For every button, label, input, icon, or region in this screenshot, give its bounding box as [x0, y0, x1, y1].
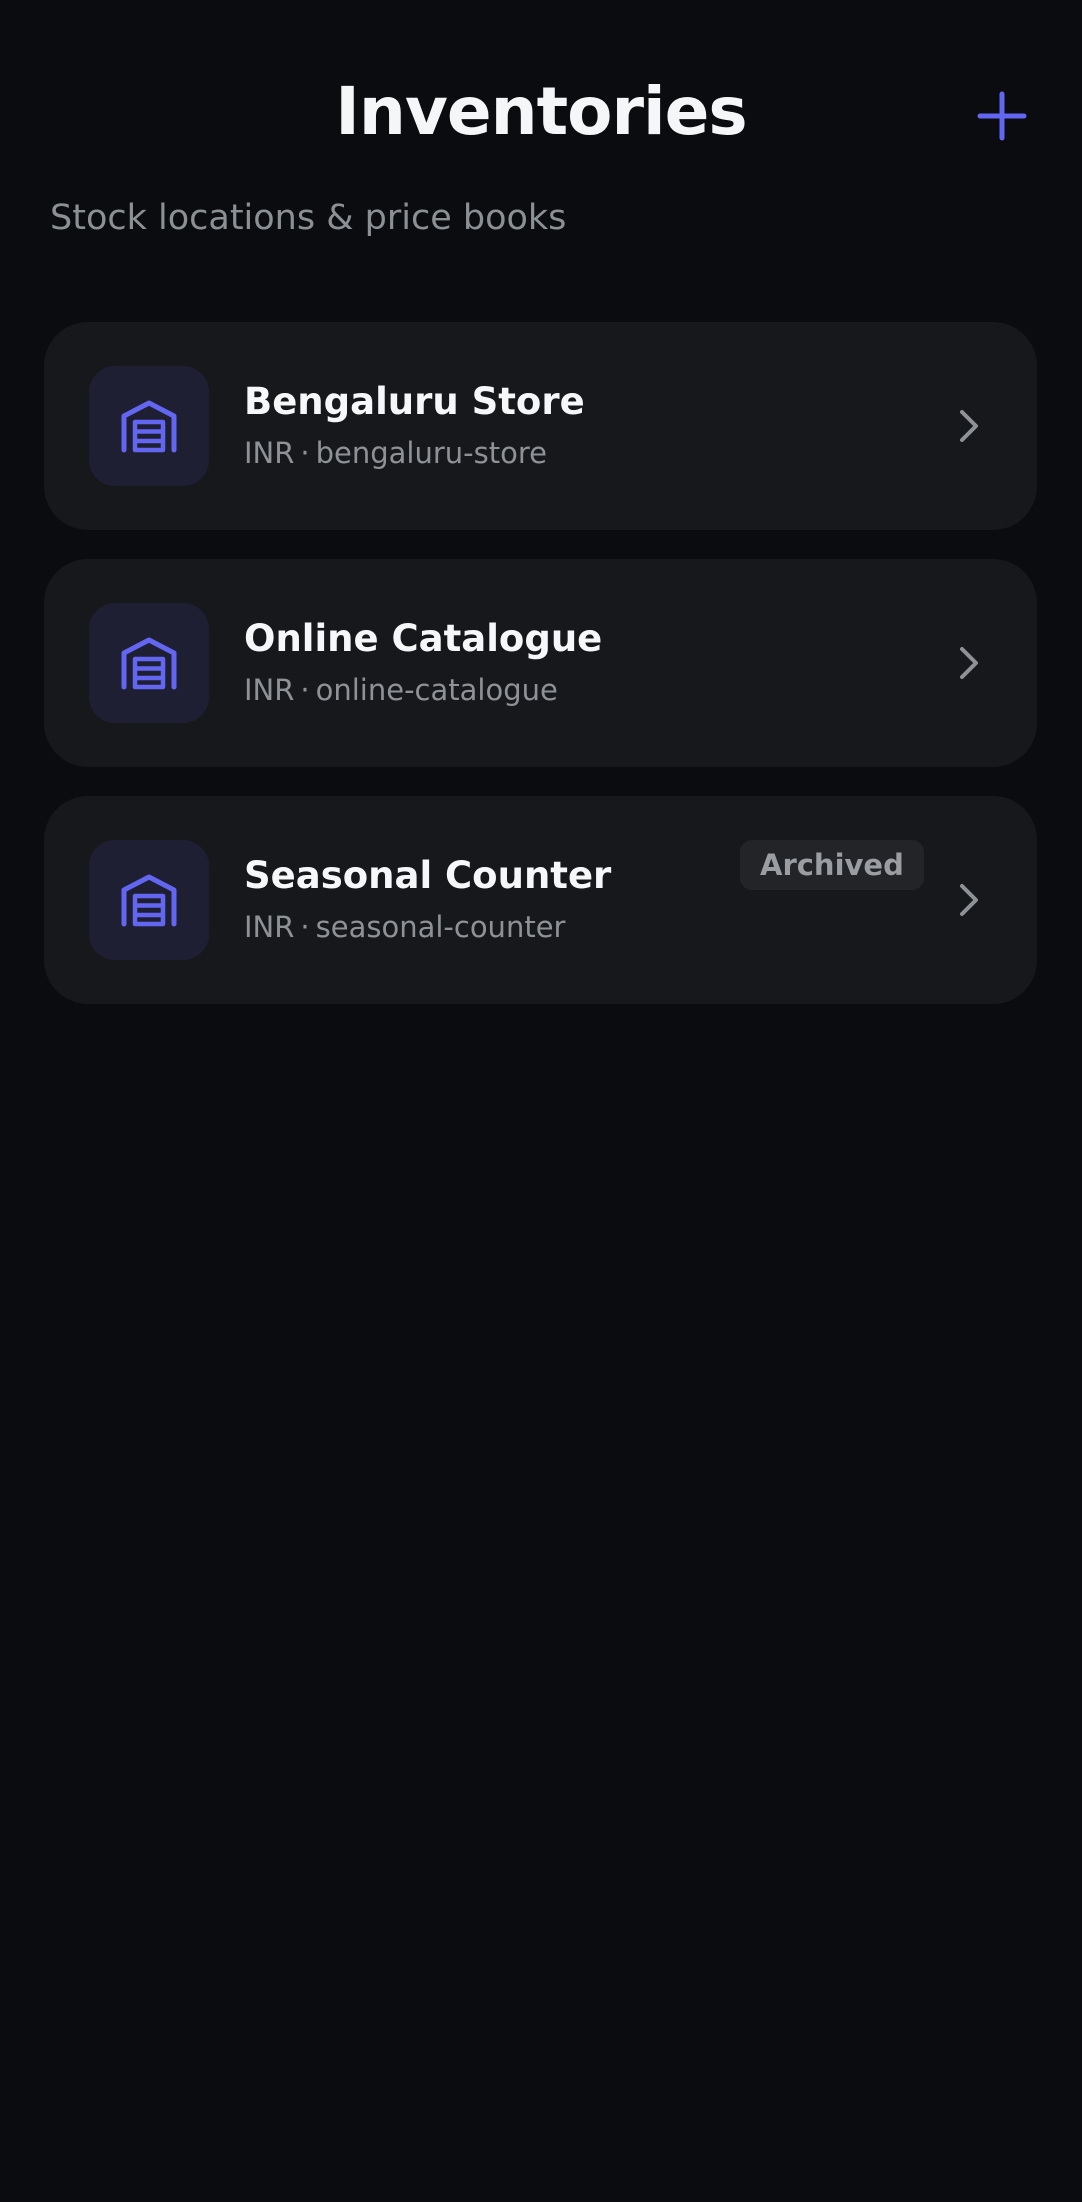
- inventory-currency: INR: [244, 910, 295, 944]
- warehouse-icon: [121, 637, 177, 690]
- archived-badge: Archived: [740, 840, 924, 890]
- inventory-slug: seasonal-counter: [315, 910, 566, 944]
- chevron-right-icon: [960, 884, 978, 916]
- inventory-slug: online-catalogue: [315, 673, 558, 707]
- inventory-currency: INR: [244, 673, 295, 707]
- page-subtitle: Stock locations & price books: [50, 198, 567, 238]
- inventory-list: Bengaluru Store INR · bengaluru-store Onli…: [44, 322, 1037, 1033]
- inventory-meta: INR · seasonal-counter: [244, 908, 565, 946]
- meta-separator: ·: [300, 673, 310, 707]
- inventory-currency: INR: [244, 436, 295, 470]
- page-header: Inventories Stock locations & price book…: [0, 0, 1082, 238]
- page-title: Inventories: [335, 73, 747, 150]
- warehouse-icon: [121, 400, 177, 453]
- meta-separator: ·: [300, 910, 310, 944]
- chevron-right-icon: [960, 410, 978, 442]
- inventory-meta: INR · bengaluru-store: [244, 434, 547, 472]
- chevron-right-icon: [960, 647, 978, 679]
- meta-separator: ·: [300, 436, 310, 470]
- inventory-name: Online Catalogue: [244, 617, 603, 660]
- inventory-card-bengaluru-store[interactable]: Bengaluru Store INR · bengaluru-store: [44, 322, 1037, 530]
- inventory-meta: INR · online-catalogue: [244, 671, 558, 709]
- inventory-icon-tile: [89, 603, 209, 723]
- plus-icon: [977, 91, 1027, 141]
- inventory-icon-tile: [89, 366, 209, 486]
- inventory-slug: bengaluru-store: [315, 436, 547, 470]
- inventory-icon-tile: [89, 840, 209, 960]
- inventory-card-online-catalogue[interactable]: Online Catalogue INR · online-catalogue: [44, 559, 1037, 767]
- inventory-name: Bengaluru Store: [244, 380, 585, 423]
- inventory-card-seasonal-counter[interactable]: Seasonal Counter INR · seasonal-counter Ar…: [44, 796, 1037, 1004]
- warehouse-icon: [121, 874, 177, 927]
- add-inventory-button[interactable]: [974, 88, 1030, 144]
- inventory-name: Seasonal Counter: [244, 854, 612, 897]
